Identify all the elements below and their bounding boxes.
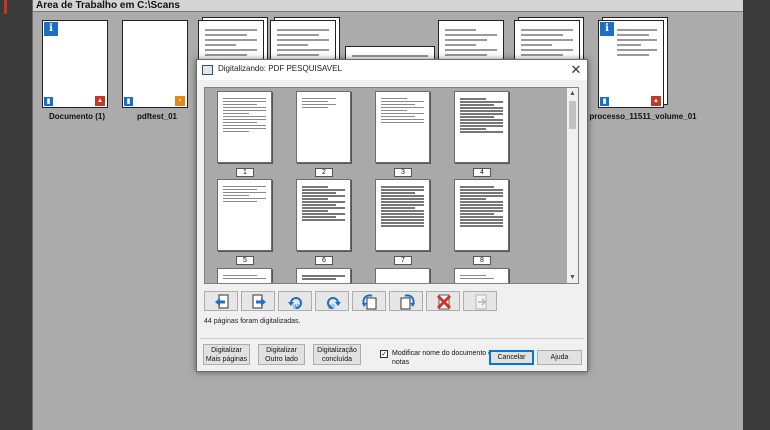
page-thumbnail[interactable] (217, 179, 272, 251)
page-thumbnail[interactable] (296, 91, 351, 163)
pdf-icon: ▲ (651, 96, 661, 106)
svg-text:90: 90 (293, 305, 300, 310)
delete-page-button[interactable] (426, 291, 460, 311)
document-sheet: ▮ ▪ (122, 20, 188, 108)
lock-icon: ▮ (124, 97, 133, 106)
page-number-label: 7 (394, 256, 412, 265)
dialog-titlebar: Digitalizando: PDF PESQUISAVEL ✕ (197, 60, 587, 80)
page-number-label: 4 (473, 168, 491, 177)
scanner-icon (202, 65, 213, 75)
page-thumbnail[interactable] (454, 268, 509, 283)
scanning-dialog: Digitalizando: PDF PESQUISAVEL ✕ 1 2 3 4… (196, 59, 588, 372)
delete-page-icon (436, 294, 452, 310)
page-thumbnail-viewer[interactable]: 1 2 3 4 5 6 7 8 ▲ ▼ (204, 87, 579, 284)
scan-done-button[interactable]: Digitalização concluída (313, 344, 361, 365)
left-panel-edge (0, 0, 32, 430)
next-page-icon (475, 294, 487, 310)
pdf-icon: ▲ (95, 96, 105, 106)
scan-more-line2: Mais páginas (205, 355, 248, 363)
rotate-cw-button[interactable] (389, 291, 423, 311)
rotate-left-90-icon: 90 (288, 297, 302, 310)
scan-more-line1: Digitalizar (211, 346, 242, 354)
page-thumbnail[interactable] (217, 268, 272, 283)
scan-other-line2: Outro lado (265, 355, 298, 363)
close-button[interactable]: ✕ (565, 60, 587, 80)
svg-text:90: 90 (328, 305, 335, 310)
page-number-label: 6 (315, 256, 333, 265)
page-number-label: 2 (315, 168, 333, 177)
document-item[interactable]: i ▮ ▲ processo_11511_volume_01 (589, 17, 697, 121)
right-panel-edge (743, 0, 770, 430)
rotate-ccw-icon (362, 294, 377, 310)
rename-checkbox[interactable]: ✓ (380, 350, 388, 358)
rotate-ccw-button[interactable] (352, 291, 386, 311)
document-item[interactable]: ▮ ▪ pdftest_01 (122, 20, 190, 121)
scroll-down-icon[interactable]: ▼ (567, 272, 578, 283)
rename-checkbox-label: Modificar nome do documento e notas (392, 350, 492, 366)
image-file-icon: ▪ (175, 96, 185, 106)
page-thumbnail[interactable] (454, 91, 509, 163)
document-item[interactable]: i ▮ ▲ Documento (1) (42, 20, 110, 121)
lock-icon: ▮ (600, 97, 609, 106)
page-number-label: 8 (473, 256, 491, 265)
page-thumbnail[interactable] (375, 268, 430, 283)
page-thumbnail[interactable] (296, 179, 351, 251)
info-icon: i (600, 22, 614, 36)
move-left-icon (215, 294, 229, 309)
vertical-scrollbar[interactable]: ▲ ▼ (567, 88, 578, 283)
next-page-button[interactable] (463, 291, 497, 311)
scan-status-text: 44 páginas foram digitalizadas. (204, 318, 301, 325)
page-thumbnail[interactable] (375, 179, 430, 251)
scan-more-pages-button[interactable]: Digitalizar Mais páginas (203, 344, 250, 365)
dialog-title: Digitalizando: PDF PESQUISAVEL (218, 64, 342, 73)
rotate-cw-icon (400, 294, 415, 310)
red-marker (4, 0, 7, 14)
page-thumbnail[interactable] (296, 268, 351, 283)
rotate-right-90-button[interactable]: 90 (315, 291, 349, 311)
scan-other-line1: Digitalizar (266, 346, 297, 354)
move-right-icon (252, 294, 266, 309)
document-sheet: i ▮ ▲ (42, 20, 108, 108)
rotate-left-90-button[interactable]: 90 (278, 291, 312, 311)
scan-other-side-button[interactable]: Digitalizar Outro lado (258, 344, 305, 365)
move-page-right-button[interactable] (241, 291, 275, 311)
scan-done-line1: Digitalização (317, 346, 357, 354)
workspace-title: Área de Trabalho em C:\Scans (33, 0, 744, 12)
scroll-up-icon[interactable]: ▲ (567, 88, 578, 99)
scrollbar-thumb[interactable] (569, 101, 576, 129)
info-icon: i (44, 22, 58, 36)
move-page-left-button[interactable] (204, 291, 238, 311)
page-number-label: 1 (236, 168, 254, 177)
page-thumbnail[interactable] (217, 91, 272, 163)
rotate-right-90-icon: 90 (327, 297, 341, 310)
help-button[interactable]: Ajuda (537, 350, 582, 365)
page-number-label: 5 (236, 256, 254, 265)
document-label: processo_11511_volume_01 (589, 112, 697, 121)
page-number-label: 3 (394, 168, 412, 177)
page-thumbnail[interactable] (454, 179, 509, 251)
divider (200, 338, 584, 339)
cancel-button[interactable]: Cancelar (489, 350, 534, 365)
lock-icon: ▮ (44, 97, 53, 106)
scan-done-line2: concluída (322, 355, 352, 363)
document-sheet: i ▮ ▲ (598, 20, 664, 108)
page-thumbnail[interactable] (375, 91, 430, 163)
